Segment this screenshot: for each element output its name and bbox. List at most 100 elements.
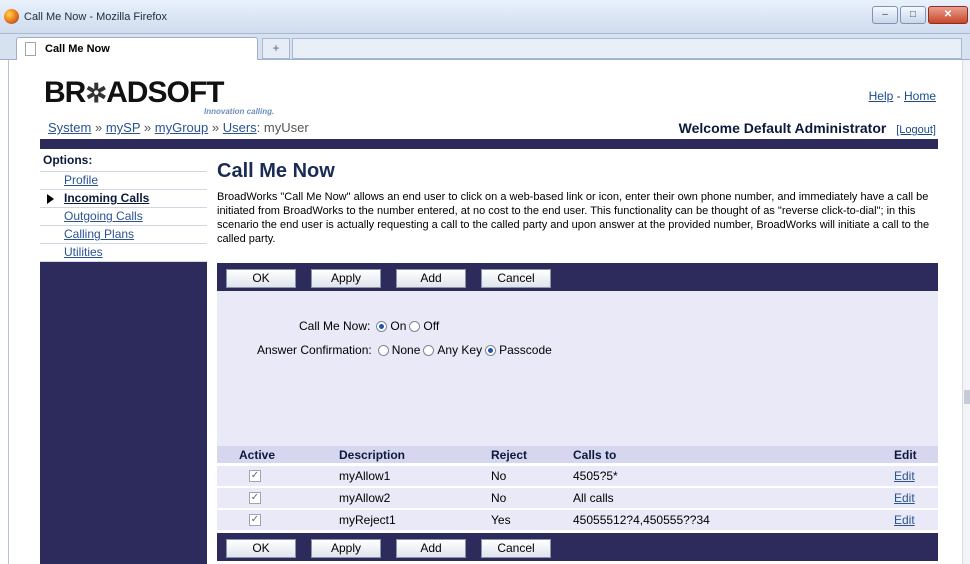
logo-text-left: BR xyxy=(44,76,86,109)
main-content: Call Me Now BroadWorks "Call Me Now" all… xyxy=(213,149,938,564)
top-button-bar: OK Apply Add Cancel xyxy=(217,263,938,291)
breadcrumb-separator: » xyxy=(143,120,152,135)
row-edit-link[interactable]: Edit xyxy=(894,513,915,527)
window-titlebar: Call Me Now - Mozilla Firefox – □ ✕ xyxy=(0,0,970,34)
page-icon xyxy=(25,42,36,56)
sidebar-item-incoming-calls[interactable]: Incoming Calls xyxy=(40,190,207,208)
breadcrumb-current: myUser xyxy=(263,120,309,135)
apply-button[interactable]: Apply xyxy=(311,269,381,288)
tab-call-me-now[interactable]: Call Me Now xyxy=(16,37,258,60)
col-description-header: Description xyxy=(339,448,406,462)
answer-confirmation-label: Answer Confirmation: xyxy=(257,343,372,357)
col-active-header: Active xyxy=(239,448,276,462)
cancel-button[interactable]: Cancel xyxy=(481,269,551,288)
breadcrumb: System » mySP » myGroup » Users: myUser xyxy=(48,120,309,135)
answer-none-label: None xyxy=(391,343,421,357)
add-button[interactable]: Add xyxy=(396,269,466,288)
call-me-now-off-radio[interactable] xyxy=(409,320,421,332)
call-me-now-label: Call Me Now: xyxy=(299,319,371,333)
tab-label: Call Me Now xyxy=(45,43,110,55)
row-calls-to: 4505?5* xyxy=(573,469,618,483)
tab-strip-empty xyxy=(292,38,962,59)
row-description: myAllow1 xyxy=(339,469,391,483)
page-title: Call Me Now xyxy=(217,160,335,182)
window-controls: – □ ✕ xyxy=(872,6,968,24)
sidebar-item-utilities[interactable]: Utilities xyxy=(40,244,207,262)
breadcrumb-users[interactable]: Users xyxy=(223,120,257,135)
cancel-button[interactable]: Cancel xyxy=(481,539,551,558)
row-description: myAllow2 xyxy=(339,491,391,505)
options-title: Options: xyxy=(40,153,207,172)
top-links: Help - Home xyxy=(869,89,936,103)
logo-tagline: Innovation calling. xyxy=(204,107,275,116)
call-me-now-on-radio[interactable] xyxy=(376,320,388,332)
scrollbar-thumb[interactable] xyxy=(964,390,970,404)
table-row: ✓ myReject1 Yes 45055512?4,450555??34 Ed… xyxy=(217,510,938,530)
welcome-text: Welcome Default Administrator xyxy=(678,120,887,136)
maximize-button[interactable]: □ xyxy=(900,6,926,24)
options-menu: Options: Profile Incoming Calls Outgoing… xyxy=(40,149,207,262)
logout-link[interactable]: [Logout] xyxy=(896,124,936,136)
row-description: myReject1 xyxy=(339,513,396,527)
tab-bar: Call Me Now + xyxy=(0,34,970,60)
answer-any-key-radio[interactable] xyxy=(423,344,435,356)
current-arrow-icon xyxy=(47,194,54,204)
breadcrumb-separator: » xyxy=(94,120,103,135)
breadcrumb-separator: : xyxy=(256,120,261,135)
call-me-now-on-label: On xyxy=(390,319,407,333)
table-row: ✓ myAllow1 No 4505?5* Edit xyxy=(217,466,938,486)
sidebar: Options: Profile Incoming Calls Outgoing… xyxy=(40,149,207,564)
breadcrumb-separator: » xyxy=(211,120,220,135)
minimize-button[interactable]: – xyxy=(872,6,898,24)
col-calls-to-header: Calls to xyxy=(573,448,617,462)
header-divider-bar xyxy=(40,139,938,149)
answer-none-radio[interactable] xyxy=(377,344,389,356)
home-link[interactable]: Home xyxy=(904,89,936,103)
apply-button[interactable]: Apply xyxy=(311,539,381,558)
sidebar-item-label: Incoming Calls xyxy=(64,191,150,205)
row-reject: No xyxy=(491,491,507,505)
criteria-table-header: Active Description Reject Calls to Edit xyxy=(217,446,938,463)
row-edit-link[interactable]: Edit xyxy=(894,491,915,505)
col-reject-header: Reject xyxy=(491,448,528,462)
col-edit-header: Edit xyxy=(894,448,917,462)
add-button[interactable]: Add xyxy=(396,539,466,558)
help-link[interactable]: Help xyxy=(869,89,894,103)
close-button[interactable]: ✕ xyxy=(928,6,968,24)
firefox-icon xyxy=(4,9,19,24)
bottom-button-bar: OK Apply Add Cancel xyxy=(217,533,938,561)
sidebar-item-outgoing-calls[interactable]: Outgoing Calls xyxy=(40,208,207,226)
breadcrumb-mygroup[interactable]: myGroup xyxy=(155,120,208,135)
ok-button[interactable]: OK xyxy=(226,269,296,288)
sidebar-item-profile[interactable]: Profile xyxy=(40,172,207,190)
welcome-message: Welcome Default Administrator [Logout] xyxy=(679,120,936,136)
answer-passcode-radio[interactable] xyxy=(485,344,497,356)
breadcrumb-system[interactable]: System xyxy=(48,120,91,135)
page-description: BroadWorks "Call Me Now" allows an end u… xyxy=(217,191,930,245)
call-me-now-off-label: Off xyxy=(423,319,440,333)
sidebar-item-calling-plans[interactable]: Calling Plans xyxy=(40,226,207,244)
broadsoft-logo: BR✲ADSOFT xyxy=(44,76,224,110)
row-calls-to: All calls xyxy=(573,491,614,505)
row-reject: No xyxy=(491,469,507,483)
logo-star-icon: ✲ xyxy=(85,78,107,108)
new-tab-button[interactable]: + xyxy=(262,38,290,59)
settings-panel xyxy=(217,291,938,446)
call-me-now-row: Call Me Now: On Off xyxy=(299,319,439,333)
top-links-separator: - xyxy=(896,89,901,103)
logo-text-right: ADSOFT xyxy=(106,76,224,109)
answer-passcode-label: Passcode xyxy=(499,343,552,357)
answer-any-key-label: Any Key xyxy=(437,343,483,357)
ok-button[interactable]: OK xyxy=(226,539,296,558)
row-calls-to: 45055512?4,450555??34 xyxy=(573,513,710,527)
answer-confirmation-row: Answer Confirmation: None Any Key Passco… xyxy=(257,343,552,357)
page-content: BR✲ADSOFT Innovation calling. Help - Hom… xyxy=(8,60,962,564)
active-checkbox[interactable]: ✓ xyxy=(249,492,261,504)
active-checkbox[interactable]: ✓ xyxy=(249,470,261,482)
row-edit-link[interactable]: Edit xyxy=(894,469,915,483)
active-checkbox[interactable]: ✓ xyxy=(249,514,261,526)
row-reject: Yes xyxy=(491,513,511,527)
breadcrumb-mysp[interactable]: mySP xyxy=(106,120,140,135)
vertical-scrollbar[interactable] xyxy=(962,60,970,564)
window-title: Call Me Now - Mozilla Firefox xyxy=(24,11,168,23)
